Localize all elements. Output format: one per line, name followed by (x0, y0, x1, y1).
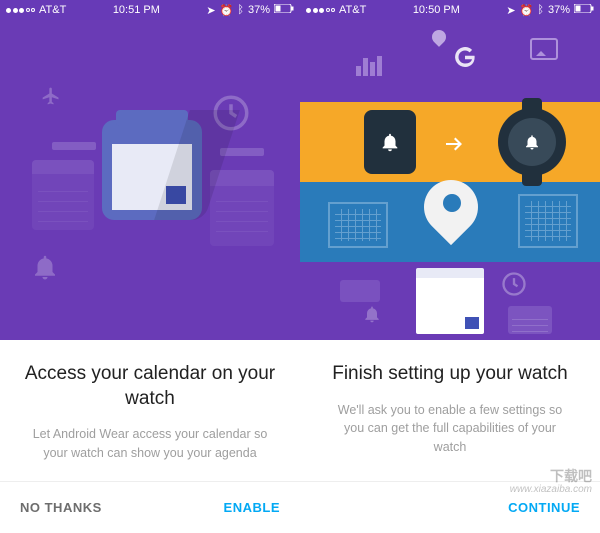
signal-dots-icon (6, 8, 35, 13)
battery-percent: 37% (248, 4, 270, 16)
bell-icon (362, 304, 382, 324)
mini-calendar-icon (508, 306, 552, 334)
status-bar: AT&T 10:50 PM ➤ ⏰ ᛒ 37% (300, 0, 600, 20)
page-subtitle: We'll ask you to enable a few settings s… (318, 401, 582, 457)
alarm-icon: ⏰ (520, 4, 534, 17)
content-area: Access your calendar on your watch Let A… (0, 340, 300, 481)
status-bar: AT&T 10:51 PM ➤ ⏰ ᛒ 37% (0, 0, 300, 20)
mini-calendar-icon (210, 170, 274, 246)
button-row: NO THANKS ENABLE (0, 481, 300, 533)
hero-illustration-setup (300, 20, 600, 340)
mini-calendar-icon (32, 160, 94, 230)
carrier-label: AT&T (39, 4, 66, 16)
list-card-icon (340, 280, 380, 302)
google-g-icon (450, 42, 480, 72)
phone-left: AT&T 10:51 PM ➤ ⏰ ᛒ 37% (0, 0, 300, 533)
page-title: Access your calendar on your watch (18, 362, 282, 411)
bluetooth-icon: ᛒ (537, 4, 544, 16)
continue-button[interactable]: CONTINUE (508, 500, 580, 515)
phone-device-icon (364, 110, 416, 174)
airplane-icon (36, 86, 66, 106)
alarm-icon: ⏰ (220, 4, 234, 17)
clock-icon (500, 270, 528, 298)
location-arrow-icon: ➤ (206, 4, 215, 17)
bluetooth-icon: ᛒ (237, 4, 244, 16)
page-subtitle: Let Android Wear access your calendar so… (18, 425, 282, 463)
no-thanks-button[interactable]: NO THANKS (20, 500, 102, 515)
image-icon (530, 38, 558, 60)
page-title: Finish setting up your watch (332, 362, 568, 387)
content-area: Finish setting up your watch We'll ask y… (300, 340, 600, 481)
calendar-app-icon (102, 120, 202, 220)
building-icon (518, 194, 578, 248)
calendar-small-icon (416, 274, 484, 334)
building-icon (328, 202, 388, 248)
battery-icon (274, 4, 294, 16)
arrow-right-icon (440, 132, 468, 156)
clock-label: 10:51 PM (113, 4, 160, 16)
battery-icon (574, 4, 594, 16)
list-line-icon (52, 142, 96, 150)
battery-percent: 37% (548, 4, 570, 16)
enable-button[interactable]: ENABLE (224, 500, 280, 515)
bell-icon (30, 252, 60, 282)
clock-label: 10:50 PM (413, 4, 460, 16)
equalizer-icon (356, 54, 382, 76)
phone-right: AT&T 10:50 PM ➤ ⏰ ᛒ 37% (300, 0, 600, 533)
signal-dots-icon (306, 8, 335, 13)
hero-illustration-calendar (0, 20, 300, 340)
button-row: CONTINUE (300, 481, 600, 533)
carrier-label: AT&T (339, 4, 366, 16)
location-arrow-icon: ➤ (506, 4, 515, 17)
watch-device-icon (498, 108, 566, 176)
screenshot-pair: AT&T 10:51 PM ➤ ⏰ ᛒ 37% (0, 0, 600, 533)
location-pin-icon (424, 180, 478, 234)
